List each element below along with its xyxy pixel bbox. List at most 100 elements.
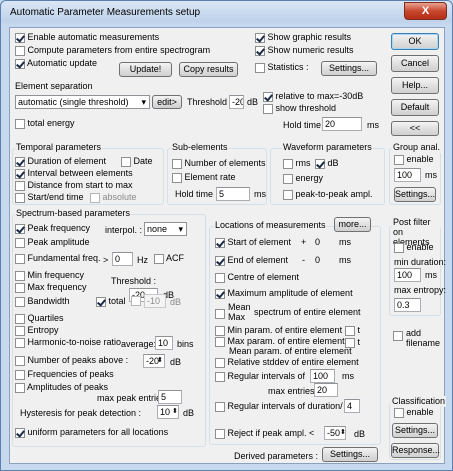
centre-element-checkbox[interactable]: Centre of element bbox=[215, 272, 299, 283]
statistics-settings-button[interactable]: Settings... bbox=[321, 61, 377, 76]
number-elements-checkbox[interactable]: Number of elements bbox=[172, 158, 266, 169]
relative-checkbox[interactable]: relative to max=-30dB bbox=[263, 91, 363, 102]
show-graphic-checkbox[interactable]: Show graphic results bbox=[255, 32, 351, 43]
energy-checkbox[interactable]: energy bbox=[283, 173, 323, 184]
checkbox-checked-icon bbox=[255, 45, 265, 56]
show-numeric-checkbox[interactable]: Show numeric results bbox=[255, 45, 354, 56]
hold-time-input[interactable]: 20 bbox=[322, 117, 362, 131]
total-energy-checkbox[interactable]: total energy bbox=[15, 118, 75, 129]
max-frequency-checkbox[interactable]: Max frequency bbox=[15, 282, 87, 293]
spin-arrows-icon[interactable]: ⬍ bbox=[157, 355, 163, 366]
response-button[interactable]: Response... bbox=[391, 443, 440, 458]
min-frequency-checkbox[interactable]: Min frequency bbox=[15, 270, 84, 281]
interval-checkbox[interactable]: Interval between elements bbox=[15, 168, 133, 179]
entire-spectrogram-checkbox[interactable]: Compute parameters from entire spectrogr… bbox=[15, 45, 210, 56]
quartiles-checkbox[interactable]: Quartiles bbox=[15, 313, 64, 324]
start-offset-input[interactable]: 0 bbox=[312, 235, 330, 249]
fundamental-unit: Hz bbox=[137, 255, 148, 265]
max-label: Max bbox=[228, 312, 246, 322]
rel-stddev-checkbox[interactable]: Relative stddev of entire element bbox=[215, 357, 359, 368]
duration-checkbox[interactable]: Duration of element bbox=[15, 156, 106, 167]
peak-to-peak-checkbox[interactable]: peak-to-peak ampl. bbox=[283, 189, 373, 200]
collapse-button[interactable]: << bbox=[391, 121, 439, 136]
start-element-checkbox[interactable]: Start of element bbox=[215, 237, 291, 248]
bandwidth-input[interactable]: -10 bbox=[144, 294, 166, 308]
checkbox-icon bbox=[15, 313, 25, 324]
regular-intervals-input[interactable]: 100 bbox=[310, 369, 335, 383]
close-button[interactable]: X bbox=[404, 2, 447, 20]
element-rate-checkbox[interactable]: Element rate bbox=[172, 172, 236, 183]
sub-hold-input[interactable]: 5 bbox=[216, 187, 250, 201]
total-checkbox[interactable]: total bbox=[96, 296, 126, 307]
uniform-checkbox[interactable]: uniform parameters for all locations bbox=[15, 427, 168, 438]
statistics-checkbox[interactable]: Statistics : bbox=[255, 62, 309, 73]
peak-amplitude-checkbox[interactable]: Peak amplitude bbox=[15, 237, 90, 248]
regular-intervals-checkbox[interactable]: Regular intervals of bbox=[215, 371, 305, 382]
threshold-label: Threshold : bbox=[187, 97, 233, 107]
checkbox-checked-icon bbox=[15, 223, 25, 234]
threshold-input[interactable]: -20 bbox=[229, 95, 244, 109]
start-unit: ms bbox=[339, 237, 351, 247]
average-input[interactable]: 10 bbox=[155, 336, 173, 350]
bandwidth-checkbox[interactable]: Bandwidth bbox=[15, 296, 70, 307]
group-value-input[interactable]: 100 bbox=[394, 168, 421, 182]
min-duration-input[interactable]: 100 bbox=[394, 268, 421, 282]
waveform-db-checkbox[interactable]: dB bbox=[315, 158, 339, 169]
checkbox-checked-icon bbox=[15, 156, 25, 167]
classification-enable-checkbox[interactable]: enable bbox=[394, 407, 434, 418]
subelements-title: Sub-elements bbox=[171, 142, 229, 153]
bandwidth-threshold-checkbox[interactable] bbox=[131, 295, 144, 308]
copy-results-button[interactable]: Copy results bbox=[179, 62, 238, 77]
default-button[interactable]: Default bbox=[391, 99, 439, 116]
add-filename-checkbox[interactable] bbox=[393, 330, 403, 341]
absolute-checkbox[interactable]: absolute bbox=[90, 192, 137, 203]
mean-max-checkbox[interactable] bbox=[215, 308, 225, 319]
max-entries-input[interactable]: 20 bbox=[314, 383, 338, 397]
postfilter-enable-checkbox[interactable]: enable bbox=[394, 242, 434, 253]
min-duration-unit: ms bbox=[425, 270, 437, 280]
start-end-checkbox[interactable]: Start/end time bbox=[15, 192, 84, 203]
min-param-t-checkbox[interactable]: t bbox=[345, 325, 360, 336]
interpol-select[interactable]: none bbox=[144, 222, 187, 236]
fundamental-input[interactable]: 0 bbox=[112, 252, 133, 266]
checkbox-icon bbox=[283, 158, 293, 169]
fundamental-checkbox[interactable]: Fundamental freq. bbox=[15, 253, 101, 264]
acf-checkbox[interactable]: ACF bbox=[154, 253, 184, 264]
hnr-checkbox[interactable]: Harmonic-to-noise ratio bbox=[15, 337, 121, 348]
reject-spin-icon[interactable]: ⬍ bbox=[340, 427, 346, 438]
help-button[interactable]: Help... bbox=[391, 77, 439, 94]
group-enable-checkbox[interactable]: enable bbox=[394, 154, 434, 165]
hysteresis-spin-icon[interactable]: ⬍ bbox=[172, 406, 178, 417]
max-entropy-input[interactable]: 0.3 bbox=[394, 298, 421, 312]
min-param-checkbox[interactable]: Min param. of entire element bbox=[215, 325, 342, 336]
enable-auto-checkbox[interactable]: Enable automatic measurements bbox=[15, 32, 159, 43]
max-peak-entries-input[interactable]: 5 bbox=[158, 390, 182, 404]
amplitudes-peaks-checkbox[interactable]: Amplitudes of peaks bbox=[15, 382, 108, 393]
show-threshold-checkbox[interactable]: show threshold bbox=[263, 103, 336, 114]
number-peaks-checkbox[interactable]: Number of peaks above : bbox=[15, 355, 128, 366]
rms-checkbox[interactable]: rms bbox=[283, 158, 311, 169]
regular-duration-checkbox[interactable]: Regular intervals of duration/ bbox=[215, 401, 343, 412]
update-button[interactable]: Update! bbox=[119, 62, 172, 77]
distance-checkbox[interactable]: Distance from start to max bbox=[15, 180, 133, 191]
end-element-checkbox[interactable]: End of element bbox=[215, 255, 288, 266]
ok-button[interactable]: OK bbox=[391, 33, 439, 50]
group-settings-button[interactable]: Settings... bbox=[394, 187, 436, 202]
cancel-button[interactable]: Cancel bbox=[391, 55, 439, 72]
regular-duration-input[interactable]: 4 bbox=[344, 399, 360, 413]
separation-method-select[interactable]: automatic (single threshold) bbox=[15, 95, 150, 109]
average-label: average: bbox=[121, 339, 157, 349]
derived-settings-button[interactable]: Settings... bbox=[322, 447, 378, 462]
reject-checkbox[interactable]: Reject if peak ampl. < bbox=[215, 428, 314, 439]
more-button[interactable]: more... bbox=[334, 217, 371, 232]
entropy-checkbox[interactable]: Entropy bbox=[15, 325, 59, 336]
classification-settings-button[interactable]: Settings... bbox=[392, 423, 438, 438]
waveform-title: Waveform parameters bbox=[282, 142, 373, 153]
peak-frequency-checkbox[interactable]: Peak frequency bbox=[15, 223, 90, 234]
date-checkbox[interactable]: Date bbox=[121, 156, 153, 167]
max-amplitude-checkbox[interactable]: Maximum amplitude of element bbox=[215, 288, 353, 299]
auto-update-checkbox[interactable]: Automatic update bbox=[15, 58, 97, 69]
frequencies-peaks-checkbox[interactable]: Frequencies of peaks bbox=[15, 369, 114, 380]
separation-edit-button[interactable]: edit> bbox=[152, 95, 182, 109]
end-offset-input[interactable]: 0 bbox=[312, 253, 330, 267]
